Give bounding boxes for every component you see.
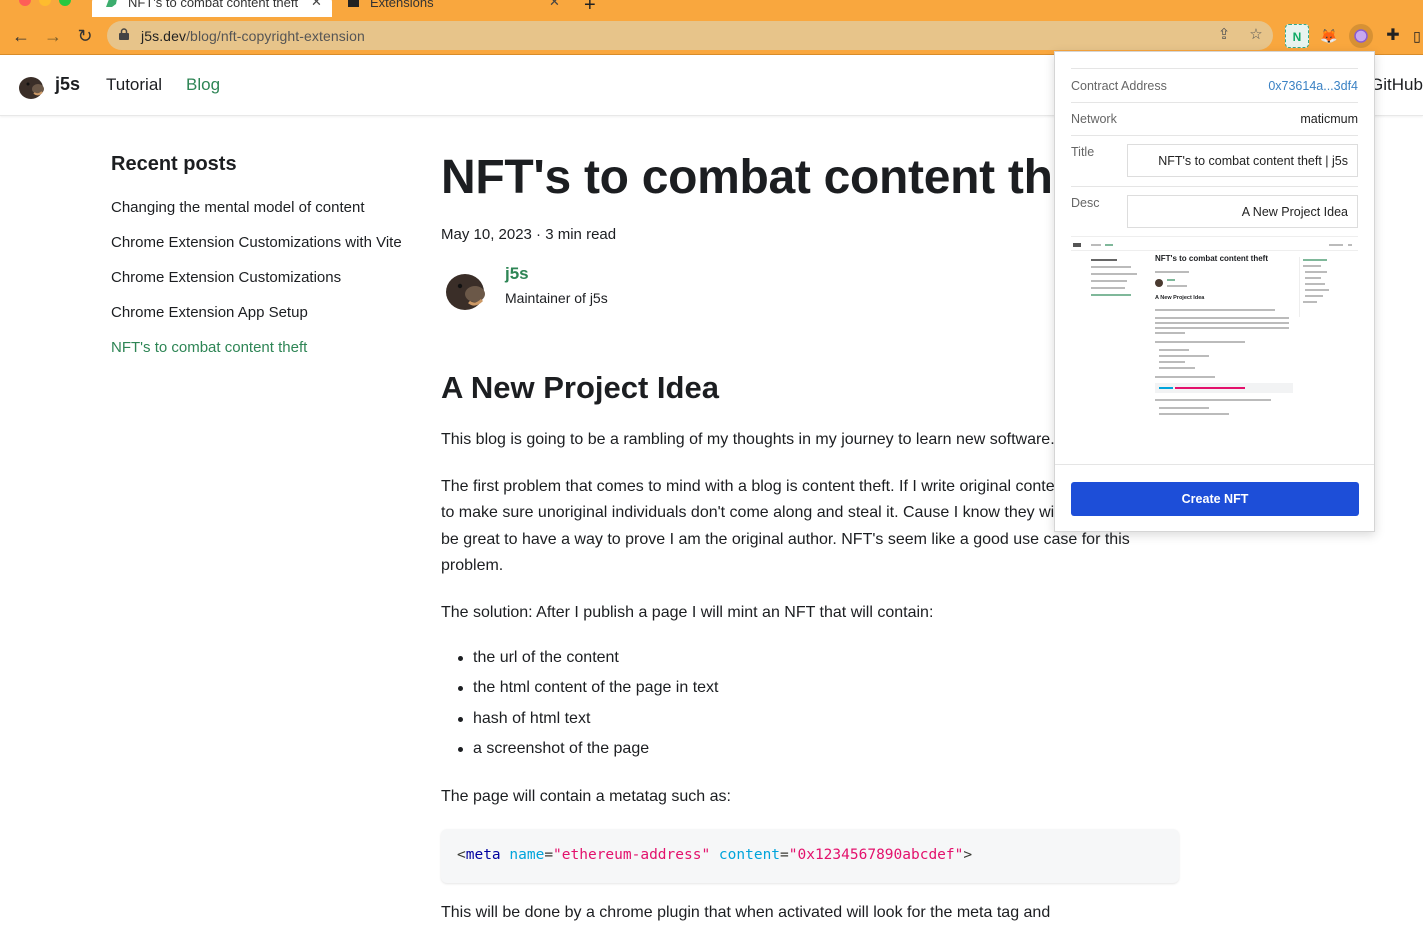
nav-github[interactable]: GitHub [1370, 75, 1423, 95]
tab-nft-article[interactable]: NFT's to combat content theft ✕ [92, 0, 332, 17]
sidebar-item-customizations-vite[interactable]: Chrome Extension Customizations with Vit… [111, 234, 402, 251]
list-item: hash of html text [458, 707, 719, 737]
site-brand[interactable]: j5s [55, 74, 80, 95]
bullet-list: the url of the content the html content … [458, 646, 719, 767]
forward-arrow-icon[interactable]: → [40, 23, 66, 49]
code-tag: meta [465, 847, 501, 863]
sidebar-item-customizations[interactable]: Chrome Extension Customizations [111, 269, 341, 286]
share-icon[interactable]: ⇪ [1215, 26, 1233, 44]
list-item: the url of the content [458, 646, 719, 676]
author-name[interactable]: j5s [505, 264, 529, 284]
contract-address-link[interactable]: 0x73614a...3df4 [1268, 79, 1358, 93]
desc-row: Desc A New Project Idea [1071, 186, 1358, 237]
code-string: "ethereum-address" [553, 847, 711, 863]
paragraph: This blog is going to be a rambling of m… [441, 431, 1055, 448]
contract-address-row: Contract Address 0x73614a...3df4 [1071, 68, 1358, 102]
metamask-fox-icon[interactable]: 🦊 [1317, 24, 1341, 48]
back-arrow-icon[interactable]: ← [8, 23, 34, 49]
network-value: maticmum [1300, 112, 1358, 126]
extensions-puzzle-icon[interactable]: ✚ [1381, 24, 1405, 48]
network-row: Network maticmum [1071, 102, 1358, 135]
preview-title: NFT's to combat content theft [1155, 254, 1269, 263]
sidebar-item-mental-model[interactable]: Changing the mental model of content [111, 199, 365, 216]
reload-icon[interactable]: ↻ [72, 23, 98, 49]
close-tab-icon[interactable]: ✕ [549, 0, 560, 8]
new-tab-button[interactable]: + [584, 0, 596, 15]
preview-section-title: A New Project Idea [1155, 295, 1205, 301]
code-token: < [457, 847, 466, 863]
code-string: "0x1234567890abcdef" [788, 847, 964, 863]
url-host: j5s.dev [141, 28, 187, 44]
paragraph: The solution: After I publish a page I w… [441, 604, 934, 621]
tab-title: Extensions [370, 0, 434, 9]
create-nft-button[interactable]: Create NFT [1071, 482, 1359, 516]
code-token: > [963, 847, 973, 863]
bookmark-star-icon[interactable]: ☆ [1247, 26, 1265, 44]
puzzle-piece-icon [348, 0, 359, 7]
code-token: = [544, 847, 554, 863]
nav-blog[interactable]: Blog [186, 75, 220, 95]
title-field[interactable]: NFT's to combat content theft | j5s [1127, 144, 1358, 177]
dinosaur-favicon-icon [106, 0, 117, 7]
nft-extension-icon[interactable] [1349, 24, 1373, 48]
nft-extension-popup: Contract Address 0x73614a...3df4 Network… [1054, 51, 1375, 532]
code-attr: content [718, 847, 781, 863]
maximize-window-button[interactable] [59, 0, 71, 6]
desc-field[interactable]: A New Project Idea [1127, 195, 1358, 228]
list-item: a screenshot of the page [458, 737, 719, 767]
page-screenshot-preview: NFT's to combat content theft A New Proj… [1071, 236, 1358, 416]
desc-label: Desc [1071, 196, 1100, 210]
paragraph: The page will contain a metatag such as: [441, 788, 731, 805]
browser-toolbar: ← → ↻ j5s.dev/blog/nft-copyright-extensi… [0, 17, 1423, 55]
author-title: Maintainer of j5s [505, 290, 608, 306]
popup-divider [1055, 464, 1374, 465]
paragraph: The first problem that comes to mind wit… [441, 478, 1130, 574]
code-attr: name [509, 847, 545, 863]
tab-title: NFT's to combat content theft [128, 0, 298, 9]
dog-logo-icon[interactable] [16, 71, 46, 101]
browser-tab-bar: NFT's to combat content theft ✕ Extensio… [0, 0, 1423, 17]
title-label: Title [1071, 145, 1095, 159]
side-panel-icon[interactable]: ▯ [1411, 24, 1423, 48]
n-extension-icon[interactable]: N [1285, 24, 1309, 48]
list-item: the html content of the page in text [458, 676, 719, 706]
minimize-window-button[interactable] [39, 0, 51, 6]
close-tab-icon[interactable]: ✕ [311, 0, 322, 8]
url-text: j5s.dev/blog/nft-copyright-extension [141, 28, 365, 44]
code-block[interactable]: <meta name="ethereum-address" content="0… [441, 829, 1179, 883]
url-path: /blog/nft-copyright-extension [186, 28, 365, 44]
code-token: = [780, 847, 789, 863]
tab-extensions[interactable]: Extensions ✕ [334, 0, 570, 17]
section-heading: A New Project Idea [441, 370, 719, 405]
contract-address-label: Contract Address [1071, 79, 1167, 93]
address-bar[interactable]: j5s.dev/blog/nft-copyright-extension ⇪ ☆ [107, 21, 1273, 50]
network-label: Network [1071, 112, 1117, 126]
lock-icon [119, 28, 129, 40]
title-row: Title NFT's to combat content theft | j5… [1071, 135, 1358, 186]
author-avatar[interactable] [441, 266, 489, 314]
paragraph: This will be done by a chrome plugin tha… [441, 904, 1051, 921]
article-title: NFT's to combat content theft [441, 151, 1111, 204]
close-window-button[interactable] [19, 0, 31, 6]
sidebar-item-nft-theft[interactable]: NFT's to combat content theft [111, 339, 307, 356]
sidebar-item-app-setup[interactable]: Chrome Extension App Setup [111, 304, 308, 321]
post-meta: May 10, 2023 · 3 min read [441, 226, 617, 243]
nav-tutorial[interactable]: Tutorial [106, 75, 162, 95]
sidebar-title: Recent posts [111, 153, 237, 175]
